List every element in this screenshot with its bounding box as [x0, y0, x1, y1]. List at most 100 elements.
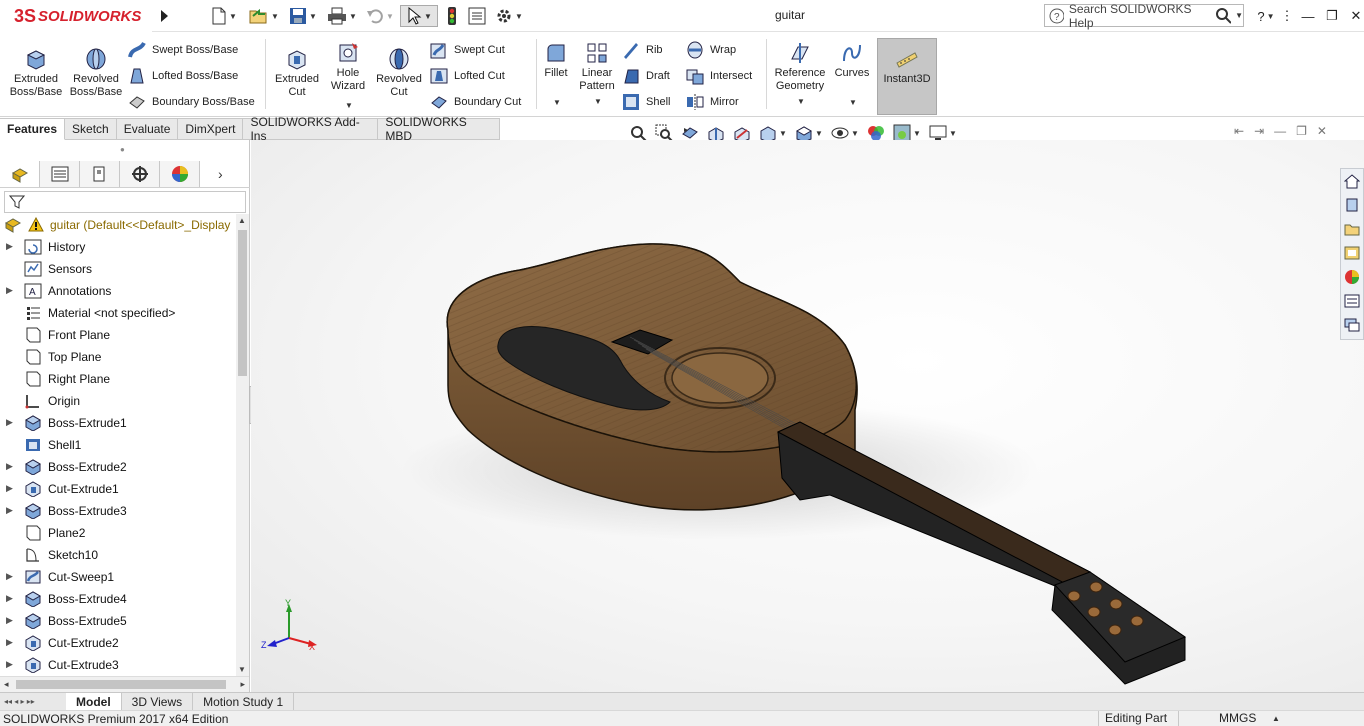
help-search-input[interactable]: ? Search SOLIDWORKS Help ▼ [1044, 2, 1244, 30]
tree-item-boss-extrude5[interactable]: ▶ Boss-Extrude5 [0, 610, 236, 632]
new-button[interactable]: ▼ [206, 5, 242, 27]
tab-model[interactable]: Model [66, 693, 122, 710]
undo-button[interactable]: ▼ [362, 5, 398, 27]
expand-arrow-icon[interactable]: ▶ [6, 659, 14, 670]
linear-pattern-button[interactable]: Linear Pattern ▼ [574, 41, 620, 108]
tab-addins[interactable]: SOLIDWORKS Add-Ins [243, 115, 379, 143]
tree-filter[interactable] [4, 191, 246, 213]
shell-button[interactable]: Shell [622, 92, 670, 112]
tree-root[interactable]: guitar (Default<<Default>_Display [0, 214, 236, 236]
reference-geometry-button[interactable]: Reference Geometry ▼ [770, 41, 830, 108]
viewport-close-icon[interactable]: ✕ [1317, 124, 1327, 138]
tree-item-annotations[interactable]: ▶ A Annotations [0, 280, 236, 302]
restore-button[interactable]: ❐ [1322, 6, 1342, 26]
dimxpertmanager-tab[interactable] [120, 160, 160, 187]
collapse-right-icon[interactable]: ⇥ [1254, 124, 1264, 138]
more-tabs-icon[interactable]: › [218, 166, 223, 182]
save-button[interactable]: ▼ [286, 5, 320, 27]
appearances-tab[interactable] [1341, 265, 1363, 289]
custom-properties-tab[interactable] [1341, 289, 1363, 313]
expand-arrow-icon[interactable]: ▶ [6, 615, 14, 626]
help-button[interactable]: ? ▼ [1256, 6, 1276, 26]
scrollbar-thumb[interactable] [238, 230, 247, 376]
draft-button[interactable]: Draft [622, 66, 670, 86]
open-button[interactable]: ▼ [246, 5, 282, 27]
expand-arrow-icon[interactable]: ▶ [6, 241, 14, 252]
close-button[interactable]: ✕ [1346, 6, 1364, 26]
solidworks-logo[interactable]: 3S SOLIDWORKS [0, 0, 152, 32]
swept-cut-button[interactable]: Swept Cut [430, 40, 505, 60]
hscroll-thumb[interactable] [16, 680, 226, 689]
pin-icon[interactable]: ⋮ [1280, 6, 1294, 26]
extruded-cut-button[interactable]: Extruded Cut [270, 47, 324, 99]
expand-arrow-icon[interactable]: ▶ [6, 637, 14, 648]
boundary-cut-button[interactable]: Boundary Cut [430, 92, 521, 112]
featuremanager-tab[interactable] [0, 160, 40, 187]
expand-arrow-icon[interactable]: ▶ [6, 571, 14, 582]
revolved-cut-button[interactable]: Revolved Cut [372, 47, 426, 99]
tab-features[interactable]: Features [0, 118, 66, 140]
tree-item-sensors[interactable]: Sensors [0, 258, 236, 280]
propertymanager-tab[interactable] [40, 160, 80, 187]
rebuild-button[interactable] [442, 5, 462, 27]
swept-boss-button[interactable]: Swept Boss/Base [128, 40, 238, 60]
tree-item-plane2[interactable]: Plane2 [0, 522, 236, 544]
extruded-boss-button[interactable]: Extruded Boss/Base [8, 47, 64, 99]
tree-item-cut-sweep1[interactable]: ▶ Cut-Sweep1 [0, 566, 236, 588]
expand-arrow-icon[interactable]: ▶ [6, 417, 14, 428]
mirror-button[interactable]: Mirror [686, 92, 739, 112]
solidworks-resources-tab[interactable] [1341, 169, 1363, 193]
tree-item-shell1[interactable]: Shell1 [0, 434, 236, 456]
tree-horizontal-scrollbar[interactable]: ◂ ▸ [0, 676, 249, 692]
displaymanager-tab[interactable] [160, 160, 200, 187]
tree-item-cut-extrude1[interactable]: ▶ Cut-Extrude1 [0, 478, 236, 500]
print-button[interactable]: ▼ [324, 5, 360, 27]
collapse-left-icon[interactable]: ⇤ [1234, 124, 1244, 138]
fillet-button[interactable]: Fillet ▼ [540, 41, 572, 109]
options-button[interactable]: ▼ [492, 5, 526, 27]
curves-button[interactable]: Curves ▼ [832, 41, 872, 109]
unit-system-label[interactable]: MMGS [1178, 710, 1256, 726]
rib-button[interactable]: Rib [622, 40, 663, 60]
tab-dimxpert[interactable]: DimXpert [178, 118, 244, 140]
tab-evaluate[interactable]: Evaluate [116, 118, 179, 140]
tab-3d-views[interactable]: 3D Views [122, 693, 194, 710]
file-properties-button[interactable] [466, 5, 488, 27]
tree-item-boss-extrude3[interactable]: ▶ Boss-Extrude3 [0, 500, 236, 522]
viewport-minimize-icon[interactable]: — [1274, 124, 1286, 138]
wrap-button[interactable]: Wrap [686, 40, 736, 60]
tree-item-sketch10[interactable]: Sketch10 [0, 544, 236, 566]
lofted-boss-button[interactable]: Lofted Boss/Base [128, 66, 238, 86]
configurationmanager-tab[interactable] [80, 160, 120, 187]
tree-item-history[interactable]: ▶ History [0, 236, 236, 258]
tree-vertical-scrollbar[interactable]: ▲ ▼ [236, 214, 249, 676]
view-palette-tab[interactable] [1341, 241, 1363, 265]
viewport-restore-icon[interactable]: ❐ [1296, 124, 1307, 138]
minimize-button[interactable]: — [1298, 6, 1318, 26]
menu-expand-icon[interactable] [158, 8, 170, 24]
tree-item-front-plane[interactable]: Front Plane [0, 324, 236, 346]
tab-mbd[interactable]: SOLIDWORKS MBD [378, 115, 500, 143]
tab-scroll-arrows-icon[interactable]: ◂◂ ◂ ▸ ▸▸ [0, 693, 66, 710]
tree-item-origin[interactable]: Origin [0, 390, 236, 412]
panel-grip-icon[interactable]: ● [120, 145, 125, 154]
tab-sketch[interactable]: Sketch [65, 118, 117, 140]
intersect-button[interactable]: Intersect [686, 66, 752, 86]
revolved-boss-button[interactable]: Revolved Boss/Base [68, 47, 124, 99]
graphics-area[interactable]: Y X Z [251, 140, 1364, 692]
boundary-boss-button[interactable]: Boundary Boss/Base [128, 92, 255, 112]
tree-item-boss-extrude2[interactable]: ▶ Boss-Extrude2 [0, 456, 236, 478]
tree-item-cut-extrude3[interactable]: ▶ Cut-Extrude3 [0, 654, 236, 676]
search-icon[interactable] [1216, 7, 1232, 24]
units-dropdown-icon[interactable]: ▲ [1272, 714, 1280, 723]
expand-arrow-icon[interactable]: ▶ [6, 483, 14, 494]
expand-arrow-icon[interactable]: ▶ [6, 461, 14, 472]
search-dropdown-icon[interactable]: ▼ [1235, 11, 1243, 20]
design-library-tab[interactable] [1341, 193, 1363, 217]
expand-arrow-icon[interactable]: ▶ [6, 593, 14, 604]
expand-arrow-icon[interactable]: ▶ [6, 505, 14, 516]
tree-item-material-not-specified[interactable]: Material <not specified> [0, 302, 236, 324]
tree-item-right-plane[interactable]: Right Plane [0, 368, 236, 390]
tree-item-cut-extrude2[interactable]: ▶ Cut-Extrude2 [0, 632, 236, 654]
expand-arrow-icon[interactable]: ▶ [6, 285, 14, 296]
